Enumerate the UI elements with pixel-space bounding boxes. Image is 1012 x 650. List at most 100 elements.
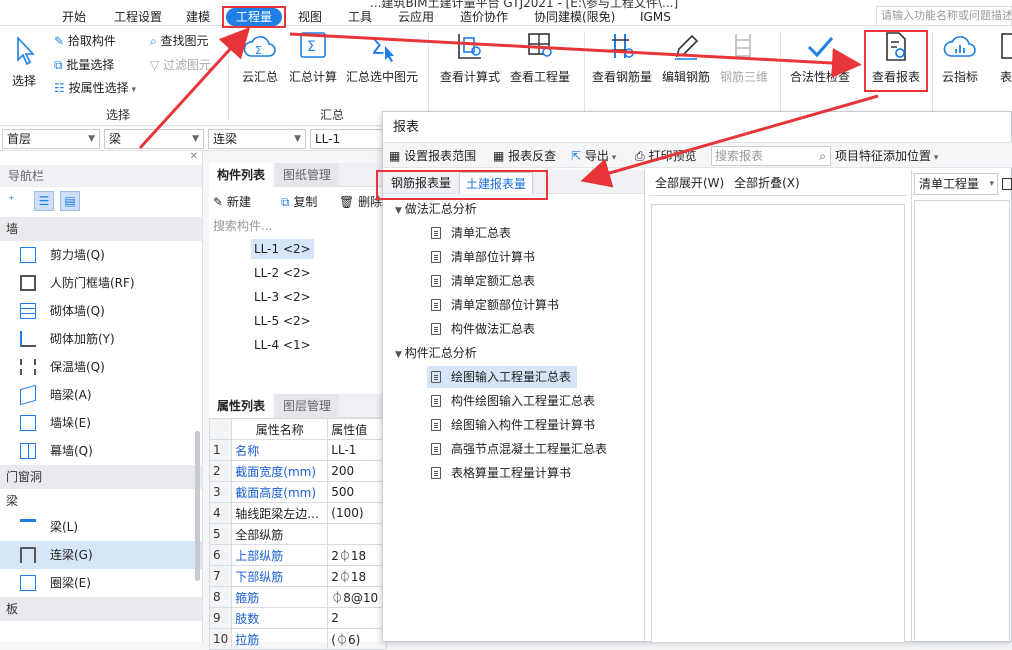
layout-icon[interactable] <box>1002 178 1012 190</box>
property-value[interactable]: (⏀6) <box>327 628 387 650</box>
nav-item-coupling-beam[interactable]: 连梁(G) <box>0 541 202 569</box>
view-rebar-button[interactable]: 查看钢筋量 <box>592 30 652 85</box>
table-row[interactable]: 10 拉筋 (⏀6) <box>208 628 387 650</box>
new-button[interactable]: ✎ 新建 <box>213 193 251 211</box>
table-row[interactable]: 5 全部纵筋 <box>208 523 387 545</box>
copy-button[interactable]: ⧉ 复制 <box>281 193 317 211</box>
nav-category-slab[interactable]: 板 <box>0 597 202 621</box>
expand-all-button[interactable]: 全部展开(W) <box>655 176 724 190</box>
type-select[interactable]: 梁 ▼ <box>104 129 204 149</box>
report-tree-item[interactable]: 绘图输入工程量汇总表 <box>427 366 578 388</box>
report-tree-item[interactable]: 绘图输入构件工程量计算书 <box>427 414 601 436</box>
detail-view-icon[interactable]: ▤ <box>60 191 80 211</box>
tab-property-list[interactable]: 属性列表 <box>209 394 274 418</box>
table-row[interactable]: 3 截面高度(mm) 500 <box>208 481 387 503</box>
list-item[interactable]: LL-2 <2> <box>251 263 314 283</box>
tab-tools[interactable]: 工具 <box>348 9 372 26</box>
nav-item-ring-beam[interactable]: 圈梁(E) <box>0 569 202 597</box>
tab-igms[interactable]: IGMS <box>640 9 671 26</box>
nav-item-masonry-rebar[interactable]: 砌体加筋(Y) <box>0 325 202 353</box>
tab-modeling[interactable]: 建模 <box>186 9 210 26</box>
nav-category-wall[interactable]: 墙 <box>0 217 202 241</box>
subtype-select[interactable]: 连梁 ▼ <box>208 129 306 149</box>
tree-group-method-summary[interactable]: ▼ 做法汇总分析 <box>395 198 477 220</box>
property-value[interactable]: (100) <box>327 502 387 524</box>
select-by-attr-button[interactable]: ☷ 按属性选择 ▾ <box>54 79 136 97</box>
nav-item-insulation-wall[interactable]: 保温墙(Q) <box>0 353 202 381</box>
table-row[interactable]: 4 轴线距梁左边... (100) <box>208 502 387 524</box>
property-value[interactable]: 2⏀18 <box>327 544 387 566</box>
report-tree-item[interactable]: 构件做法汇总表 <box>427 318 541 340</box>
tab-view[interactable]: 视图 <box>298 9 322 26</box>
table-row[interactable]: 2 截面宽度(mm) 200 <box>208 460 387 482</box>
floor-select[interactable]: 首层 ▼ <box>2 129 100 149</box>
report-tree-item[interactable]: 清单定额汇总表 <box>427 270 541 292</box>
report-tree-item[interactable]: 构件绘图输入工程量汇总表 <box>427 390 601 412</box>
table-row[interactable]: 6 上部纵筋 2⏀18 <box>208 544 387 566</box>
nav-item-curtain-wall[interactable]: 幕墙(Q) <box>0 437 202 465</box>
view-quantity-button[interactable]: 查看工程量 <box>510 30 570 85</box>
list-item[interactable]: LL-4 <1> <box>251 335 314 355</box>
nav-item-wall-pier[interactable]: 墙垛(E) <box>0 409 202 437</box>
tree-group-component-summary[interactable]: ▼ 构件汇总分析 <box>395 342 477 364</box>
tab-cloud-app[interactable]: 云应用 <box>398 9 434 26</box>
nav-item-shear-wall[interactable]: 剪力墙(Q) <box>0 241 202 269</box>
report-tree-item[interactable]: 清单定额部位计算书 <box>427 294 565 316</box>
batch-select-button[interactable]: ⧉ 批量选择 <box>54 56 114 74</box>
table-row[interactable]: 8 箍筋 ⏀8@10 <box>208 586 387 608</box>
nav-item-defense-wall[interactable]: 人防门框墙(RF) <box>0 269 202 297</box>
property-value[interactable]: 2⏀18 <box>327 565 387 587</box>
nav-item-masonry-wall[interactable]: 砌体墙(Q) <box>0 297 202 325</box>
table-button[interactable]: 表 <box>1000 30 1012 85</box>
list-item[interactable]: LL-5 <2> <box>251 311 314 331</box>
tab-start[interactable]: 开始 <box>62 9 86 26</box>
feature-position-dropdown[interactable]: 项目特征添加位置 ▾ <box>835 147 938 165</box>
quantity-type-select[interactable]: 清单工程量 ▾ <box>914 173 998 195</box>
tab-component-list[interactable]: 构件列表 <box>209 163 274 187</box>
close-icon[interactable]: ✕ <box>190 151 198 162</box>
nav-item-hidden-beam[interactable]: 暗梁(A) <box>0 381 202 409</box>
table-row[interactable]: 9 肢数 2 <box>208 607 387 629</box>
tab-project-settings[interactable]: 工程设置 <box>114 9 162 26</box>
view-formula-button[interactable]: 查看计算式 <box>440 30 500 85</box>
cloud-summary-button[interactable]: Σ 云汇总 <box>242 30 278 85</box>
list-item[interactable]: LL-3 <2> <box>251 287 314 307</box>
summary-calc-button[interactable]: Σ 汇总计算 <box>289 30 337 85</box>
nav-category-beam[interactable]: 梁 <box>0 489 202 513</box>
table-row[interactable]: 7 下部纵筋 2⏀18 <box>208 565 387 587</box>
collapse-all-button[interactable]: 全部折叠(X) <box>734 176 800 190</box>
property-value[interactable]: ⏀8@10 <box>327 586 387 608</box>
set-report-range-button[interactable]: ▦ 设置报表范围 <box>389 147 476 165</box>
component-search-input[interactable]: 搜索构件... <box>213 217 272 234</box>
validity-check-button[interactable]: 合法性检查 <box>790 30 850 85</box>
nav-scrollbar[interactable] <box>195 431 200 581</box>
table-row[interactable]: 1 名称 LL-1 <box>208 439 387 461</box>
list-item[interactable]: LL-1 <2> <box>251 239 314 259</box>
list-view-icon[interactable]: ☰ <box>34 191 54 211</box>
tab-collab-modeling[interactable]: 协同建模(限免) <box>534 9 615 26</box>
tab-drawing-management[interactable]: 图纸管理 <box>275 163 340 187</box>
property-value[interactable]: 200 <box>327 460 387 482</box>
property-value[interactable] <box>327 523 387 545</box>
rebar-3d-button[interactable]: 钢筋三维 <box>720 30 768 85</box>
report-tree-item[interactable]: 高强节点混凝土工程量汇总表 <box>427 438 613 460</box>
summary-selected-button[interactable]: Σ 汇总选中图元 <box>346 30 418 85</box>
item-select[interactable]: LL-1 <box>310 129 388 149</box>
pin-icon[interactable]: ⁺ <box>8 193 14 207</box>
export-button[interactable]: ⇱ 导出 ▾ <box>571 147 616 165</box>
report-tree-item[interactable]: 清单汇总表 <box>427 222 517 244</box>
nav-category-door-window[interactable]: 门窗洞 <box>0 465 202 489</box>
tab-layer-management[interactable]: 图层管理 <box>275 394 340 418</box>
edit-rebar-button[interactable]: 编辑钢筋 <box>662 30 710 85</box>
nav-item-beam[interactable]: 梁(L) <box>0 513 202 541</box>
cloud-index-button[interactable]: 云指标 <box>942 30 978 85</box>
property-value[interactable]: 2 <box>327 607 387 629</box>
print-preview-button[interactable]: ⎙ 打印预览 <box>635 147 696 165</box>
report-search-input[interactable]: 搜索报表 ⌕ <box>711 146 831 166</box>
property-value[interactable]: 500 <box>327 481 387 503</box>
report-tree-item[interactable]: 清单部位计算书 <box>427 246 541 268</box>
tab-cost-collab[interactable]: 造价协作 <box>460 9 508 26</box>
select-button[interactable]: 选择 <box>12 34 36 89</box>
property-value[interactable]: LL-1 <box>327 439 387 461</box>
pick-component-button[interactable]: ✎ 拾取构件 <box>54 32 116 50</box>
